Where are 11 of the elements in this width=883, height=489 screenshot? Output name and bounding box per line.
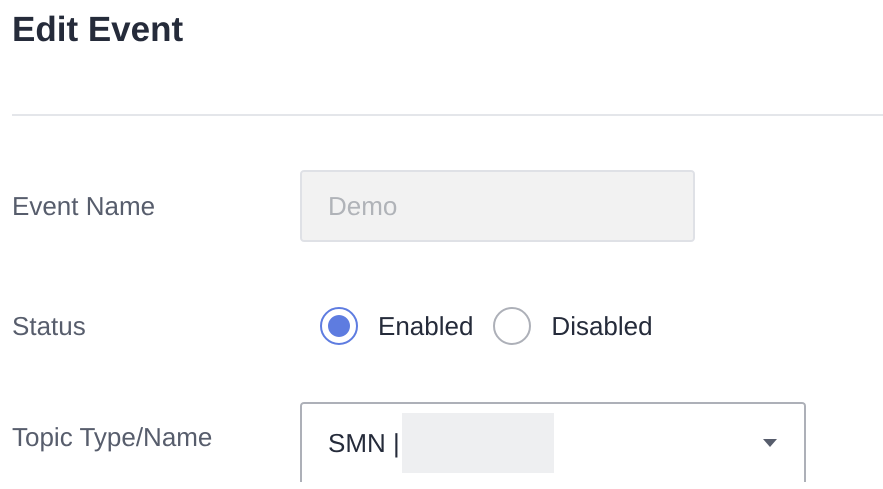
select-value: SMN | xyxy=(328,428,400,458)
topic-select[interactable]: SMN | xyxy=(300,402,806,482)
field-label: Status xyxy=(12,310,87,342)
field-label: Topic Type/Name xyxy=(12,422,214,453)
caret-icon xyxy=(762,438,778,448)
radio-label: Enabled xyxy=(378,310,474,342)
radio-button[interactable] xyxy=(320,307,358,345)
field-label: Event Name xyxy=(12,190,156,222)
page-title: Edit Event xyxy=(12,9,184,51)
radio-button[interactable] xyxy=(493,307,532,345)
radio-label: Disabled xyxy=(551,310,653,342)
